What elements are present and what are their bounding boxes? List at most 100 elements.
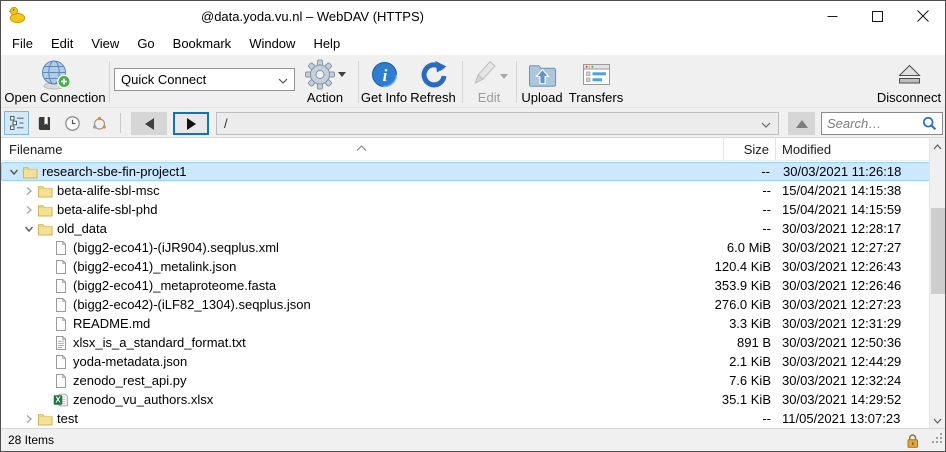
tree-indent xyxy=(1,209,21,210)
modified-cell: 30/03/2021 12:28:17 xyxy=(782,221,901,236)
open-connection-button[interactable]: Open Connection xyxy=(3,58,107,106)
tree-indent xyxy=(1,380,37,381)
search-input[interactable] xyxy=(822,116,922,131)
maximize-icon xyxy=(872,11,883,22)
menu-bookmark[interactable]: Bookmark xyxy=(164,33,241,54)
resize-grip[interactable] xyxy=(932,430,942,448)
refresh-label: Refresh xyxy=(410,91,456,105)
maximize-button[interactable] xyxy=(855,1,900,31)
tree-chevron-placeholder xyxy=(37,373,53,389)
modified-cell: 30/03/2021 12:50:36 xyxy=(782,335,901,350)
bonjour-toggle[interactable] xyxy=(87,111,112,135)
menu-file[interactable]: File xyxy=(3,33,42,54)
filename-cell: README.md xyxy=(73,316,150,331)
chevron-down-icon xyxy=(278,72,288,87)
size-cell: -- xyxy=(762,202,771,217)
path-value: / xyxy=(224,116,228,131)
modified-cell: 30/03/2021 12:27:23 xyxy=(782,297,901,312)
tree-chevron-placeholder xyxy=(37,297,53,313)
filename-cell: beta-alife-sbl-msc xyxy=(57,183,160,198)
path-combobox[interactable]: / xyxy=(216,112,779,135)
tree-indent xyxy=(1,228,21,229)
scroll-up-button[interactable] xyxy=(930,139,945,155)
filename-cell: (bigg2-eco41)_metalink.json xyxy=(73,259,236,274)
tree-chevron-expanded-icon[interactable] xyxy=(21,221,37,237)
table-row[interactable]: (bigg2-eco41)_metalink.json120.4 KiB30/0… xyxy=(1,257,930,276)
table-row[interactable]: Xzenodo_vu_authors.xlsx35.1 KiB30/03/202… xyxy=(1,390,930,409)
file-icon xyxy=(53,297,69,313)
get-info-button[interactable]: i Get Info xyxy=(360,58,408,106)
tree-chevron-placeholder xyxy=(37,354,53,370)
file-icon xyxy=(53,316,69,332)
filename-cell: test xyxy=(57,411,78,426)
menu-view[interactable]: View xyxy=(82,33,128,54)
column-header-filename[interactable]: Filename xyxy=(9,142,62,157)
menu-help[interactable]: Help xyxy=(304,33,349,54)
column-header-modified[interactable]: Modified xyxy=(782,142,831,157)
table-row[interactable]: yoda-metadata.json2.1 KiB30/03/2021 12:4… xyxy=(1,352,930,371)
table-row[interactable]: old_data--30/03/2021 12:28:17 xyxy=(1,219,930,238)
scrollbar-thumb[interactable] xyxy=(931,208,945,294)
filename-cell: (bigg2-eco41)_metaproteome.fasta xyxy=(73,278,276,293)
minimize-button[interactable] xyxy=(810,1,855,31)
disconnect-button[interactable]: Disconnect xyxy=(874,58,944,106)
tree-indent xyxy=(1,190,21,191)
chevron-down-icon xyxy=(761,116,771,131)
bookmark-book-icon xyxy=(36,115,53,132)
table-row[interactable]: beta-alife-sbl-phd--15/04/2021 14:15:59 xyxy=(1,200,930,219)
edit-button[interactable]: Edit xyxy=(465,58,513,106)
action-label: Action xyxy=(307,91,343,105)
vertical-scrollbar[interactable] xyxy=(929,138,945,430)
menu-window[interactable]: Window xyxy=(240,33,304,54)
table-row[interactable]: beta-alife-sbl-msc--15/04/2021 14:15:38 xyxy=(1,181,930,200)
tree-chevron-collapsed-icon[interactable] xyxy=(21,411,37,427)
pencil-icon xyxy=(469,58,509,91)
column-header-size[interactable]: Size xyxy=(744,142,769,157)
transfers-button[interactable]: Transfers xyxy=(567,58,625,106)
column-divider[interactable] xyxy=(723,138,724,161)
tree-chevron-expanded-icon[interactable] xyxy=(6,164,22,180)
gear-icon xyxy=(304,58,346,91)
eject-icon xyxy=(896,58,923,91)
menu-go[interactable]: Go xyxy=(128,33,163,54)
tree-chevron-collapsed-icon[interactable] xyxy=(21,183,37,199)
menu-edit[interactable]: Edit xyxy=(42,33,82,54)
forward-button[interactable] xyxy=(173,112,209,135)
filename-cell: zenodo_rest_api.py xyxy=(73,373,186,388)
outline-view-icon xyxy=(8,114,26,132)
filename-cell: research-sbe-fin-project1 xyxy=(42,164,187,179)
action-button[interactable]: Action xyxy=(297,58,353,106)
up-directory-button[interactable] xyxy=(788,112,815,135)
open-connection-icon xyxy=(38,58,72,91)
bookmarks-toggle[interactable] xyxy=(32,111,57,135)
tree-chevron-collapsed-icon[interactable] xyxy=(21,202,37,218)
window-controls xyxy=(810,1,945,31)
table-row[interactable]: research-sbe-fin-project1--30/03/2021 11… xyxy=(1,162,930,181)
search-icon xyxy=(922,116,937,131)
outline-view-toggle[interactable] xyxy=(4,111,29,135)
refresh-button[interactable]: Refresh xyxy=(408,58,458,106)
table-row[interactable]: (bigg2-eco42)-(iLF82_1304).seqplus.json2… xyxy=(1,295,930,314)
table-row[interactable]: (bigg2-eco41)_metaproteome.fasta353.9 Ki… xyxy=(1,276,930,295)
table-row[interactable]: xlsx_is_a_standard_format.txt891 B30/03/… xyxy=(1,333,930,352)
svg-text:i: i xyxy=(382,66,387,85)
filename-cell: (bigg2-eco42)-(iLF82_1304).seqplus.json xyxy=(73,297,311,312)
filename-cell: xlsx_is_a_standard_format.txt xyxy=(73,335,246,350)
filename-cell: old_data xyxy=(57,221,107,236)
tree-indent xyxy=(1,399,37,400)
close-button[interactable] xyxy=(900,1,945,31)
table-row[interactable]: README.md3.3 KiB30/03/2021 12:31:29 xyxy=(1,314,930,333)
scroll-down-button[interactable] xyxy=(930,413,945,429)
edit-label: Edit xyxy=(478,91,500,105)
back-button[interactable] xyxy=(131,112,167,135)
column-divider[interactable] xyxy=(775,138,776,161)
table-row[interactable]: zenodo_rest_api.py7.6 KiB30/03/2021 12:3… xyxy=(1,371,930,390)
table-row[interactable]: test--11/05/2021 13:07:23 xyxy=(1,409,930,428)
open-connection-label: Open Connection xyxy=(4,91,105,105)
history-toggle[interactable] xyxy=(60,111,85,135)
table-row[interactable]: (bigg2-eco41)-(iJR904).seqplus.xml6.0 Mi… xyxy=(1,238,930,257)
upload-button[interactable]: Upload xyxy=(518,58,566,106)
upload-label: Upload xyxy=(521,91,562,105)
quick-connect-combobox[interactable]: Quick Connect xyxy=(114,68,295,91)
modified-cell: 30/03/2021 14:29:52 xyxy=(782,392,901,407)
